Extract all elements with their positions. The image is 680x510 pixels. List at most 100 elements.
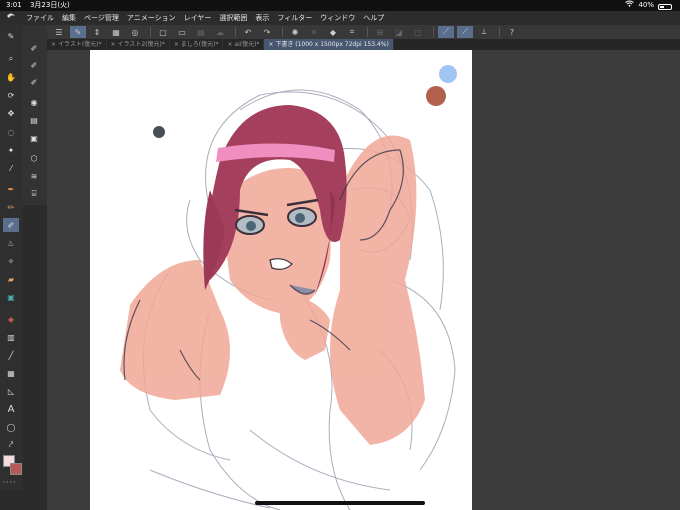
- canvas-color-swatch[interactable]: [153, 126, 165, 138]
- crop-icon[interactable]: ⌗: [344, 26, 360, 38]
- tab-illust[interactable]: × イラスト(復元)*: [47, 39, 107, 50]
- layer-property-icon[interactable]: ◉: [26, 95, 42, 109]
- brush-icon[interactable]: ✐: [3, 218, 19, 232]
- toolbar-divider: [433, 27, 434, 37]
- hamburger-menu-icon[interactable]: ☰: [51, 26, 67, 38]
- decoration-icon[interactable]: ✧: [3, 254, 19, 268]
- vector-line-icon[interactable]: ⟋: [457, 26, 473, 38]
- toolbar-divider: [367, 27, 368, 37]
- tab-ai[interactable]: × ai(復元)*: [223, 39, 265, 50]
- menu-file[interactable]: ファイル: [22, 13, 58, 23]
- menu-edit[interactable]: 編集: [58, 13, 80, 23]
- home-indicator[interactable]: [255, 501, 425, 505]
- new-file-icon[interactable]: ▢: [155, 26, 171, 38]
- help-icon[interactable]: ?: [504, 26, 520, 38]
- open-folder-icon[interactable]: ▭: [174, 26, 190, 38]
- clear-icon[interactable]: ✕: [306, 26, 322, 38]
- color-set-icon[interactable]: ⬡: [26, 151, 42, 165]
- tab-draft[interactable]: × 下書き (1000 x 1500px 72dpi 153.4%): [264, 39, 394, 50]
- subtool-brush-2-icon[interactable]: ✐: [26, 58, 42, 72]
- toolbar-divider: [499, 27, 500, 37]
- battery-icon: [658, 3, 672, 10]
- navigator-icon[interactable]: ▣: [26, 131, 42, 145]
- hand-icon[interactable]: ✋: [3, 70, 19, 84]
- rotate-icon[interactable]: ⟳: [3, 88, 19, 102]
- tab-label: 下書き (1000 x 1500px 72dpi 153.4%): [275, 41, 389, 48]
- frame-icon[interactable]: ▦: [3, 366, 19, 380]
- menu-bar: ファイル 編集 ページ管理 アニメーション レイヤー 選択範囲 表示 フィルター…: [0, 11, 680, 25]
- menu-view[interactable]: 表示: [251, 13, 273, 23]
- correction-icon[interactable]: ⤤: [3, 438, 19, 452]
- close-icon[interactable]: ×: [51, 41, 58, 48]
- undo-icon[interactable]: ↶: [240, 26, 256, 38]
- material-icon[interactable]: ⌸: [26, 187, 42, 201]
- tab-label: ai(復元)*: [234, 41, 260, 48]
- layer-icon[interactable]: ◎: [127, 26, 143, 38]
- battery-percent: 40%: [638, 1, 654, 9]
- redo-icon[interactable]: ↷: [259, 26, 275, 38]
- pencil-icon[interactable]: ✏: [3, 200, 19, 214]
- drawing-canvas[interactable]: [90, 50, 472, 510]
- menu-window[interactable]: ウィンドウ: [316, 13, 359, 23]
- tab-illust2[interactable]: × イラスト2(復元)*: [107, 39, 170, 50]
- fill-icon[interactable]: ◆: [325, 26, 341, 38]
- deselect-icon[interactable]: □: [410, 26, 426, 38]
- ruler-tool-icon[interactable]: ◺: [3, 384, 19, 398]
- lasso-icon[interactable]: ◌: [3, 125, 19, 139]
- grid-icon[interactable]: ▦: [108, 26, 124, 38]
- eraser-icon[interactable]: ▰: [3, 272, 19, 286]
- pen-tool-toggle-icon[interactable]: ✎: [70, 26, 86, 38]
- toolbar-divider: [150, 27, 151, 37]
- app-window: 3:01 3月23日(火) 40% ファイル 編集 ページ管理 アニメーション …: [0, 0, 680, 510]
- tool-palette: ✎ ⌕ ✋ ⟳ ✥ ◌ ✦ ⁄ ✒ ✏ ✐ ♨ ✧ ▰ ▣ ◈ ▥ ╱ ▦ ◺ …: [0, 25, 23, 490]
- layer-search-icon[interactable]: ▤: [26, 113, 42, 127]
- canvas-color-swatch[interactable]: [439, 65, 457, 83]
- tab-label: ましろ(復元)*: [180, 41, 219, 48]
- tab-label: イラスト(復元)*: [57, 41, 102, 48]
- menu-help[interactable]: ヘルプ: [359, 13, 388, 23]
- toolbar-divider: [282, 27, 283, 37]
- settings-icon[interactable]: ✺: [287, 26, 303, 38]
- tab-mashiro[interactable]: × ましろ(復元)*: [170, 39, 224, 50]
- fill-bucket-icon[interactable]: ◈: [3, 312, 19, 326]
- close-icon[interactable]: ×: [174, 41, 181, 48]
- menu-selection[interactable]: 選択範囲: [215, 13, 251, 23]
- menu-filter[interactable]: フィルター: [273, 13, 316, 23]
- brush-settings-icon[interactable]: ✎: [3, 29, 19, 43]
- cloud-icon[interactable]: ☁: [212, 26, 228, 38]
- magic-wand-icon[interactable]: ✦: [3, 143, 19, 157]
- balloon-icon[interactable]: ◯: [3, 420, 19, 434]
- status-left: 3:01 3月23日(火): [6, 0, 70, 11]
- transparent-color-icon[interactable]: ◦◦◦◦: [2, 479, 16, 486]
- airbrush-icon[interactable]: ♨: [3, 236, 19, 250]
- clip-studio-logo-icon[interactable]: [0, 12, 22, 24]
- ruler-icon[interactable]: ⟂: [476, 26, 492, 38]
- wifi-icon: [625, 0, 635, 11]
- artwork-illustration: [120, 65, 457, 510]
- figure-icon[interactable]: ╱: [3, 348, 19, 362]
- sub-tool-palette: ✐ ✐ ✐ ◉ ▤ ▣ ⬡ ≋ ⌸: [23, 25, 47, 205]
- gradient-icon[interactable]: ▥: [3, 330, 19, 344]
- tab-label: イラスト2(復元)*: [117, 41, 165, 48]
- text-icon[interactable]: A: [3, 402, 19, 416]
- blend-icon[interactable]: ▣: [3, 290, 19, 304]
- move-icon[interactable]: ✥: [3, 106, 19, 120]
- menu-animation[interactable]: アニメーション: [123, 13, 180, 23]
- subtool-brush-3-icon[interactable]: ✐: [26, 75, 42, 89]
- selection-icon[interactable]: ⊞: [372, 26, 388, 38]
- invert-icon[interactable]: ◪: [391, 26, 407, 38]
- layer-stack-icon[interactable]: ≋: [26, 169, 42, 183]
- stabilize-line-icon[interactable]: ⟋: [438, 26, 454, 38]
- pen-icon[interactable]: ✒: [3, 182, 19, 196]
- sub-color-swatch[interactable]: [10, 463, 22, 475]
- menu-layer[interactable]: レイヤー: [180, 13, 216, 23]
- eyedropper-icon[interactable]: ⁄: [3, 161, 19, 175]
- stepper-icon[interactable]: ⇕: [89, 26, 105, 38]
- menu-page-management[interactable]: ページ管理: [80, 13, 123, 23]
- zoom-icon[interactable]: ⌕: [3, 52, 19, 66]
- document-tabs: × イラスト(復元)* × イラスト2(復元)* × ましろ(復元)* × ai…: [47, 39, 680, 50]
- save-icon[interactable]: ▤: [193, 26, 209, 38]
- command-bar: ☰ ✎ ⇕ ▦ ◎ ▢ ▭ ▤ ☁ ↶ ↷ ✺ ✕ ◆ ⌗ ⊞ ◪ □ ⟋ ⟋ …: [47, 25, 680, 39]
- subtool-brush-1-icon[interactable]: ✐: [26, 41, 42, 55]
- canvas-color-swatch[interactable]: [426, 86, 446, 106]
